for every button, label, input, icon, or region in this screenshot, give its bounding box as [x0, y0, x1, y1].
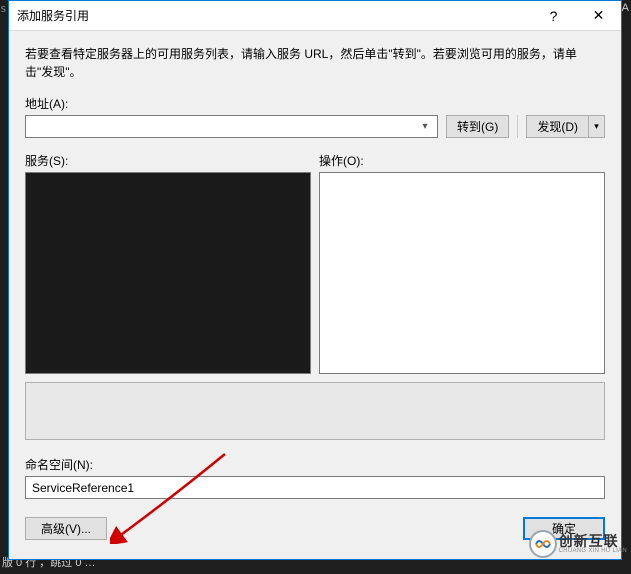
logo-cn: 创新互联 — [559, 534, 627, 548]
operations-list[interactable] — [319, 172, 605, 374]
logo-en: CHUANG XIN HU LIAN — [559, 548, 627, 554]
advanced-button[interactable]: 高级(V)... — [25, 517, 107, 540]
namespace-input[interactable] — [25, 476, 605, 499]
instruction-text: 若要查看特定服务器上的可用服务列表，请输入服务 URL，然后单击"转到"。若要浏… — [25, 45, 605, 81]
help-button[interactable]: ? — [531, 1, 576, 31]
operations-label: 操作(O): — [319, 152, 605, 169]
go-button[interactable]: 转到(G) — [446, 115, 509, 138]
namespace-label: 命名空间(N): — [25, 456, 605, 473]
watermark-logo: 创新互联 CHUANG XIN HU LIAN — [529, 530, 627, 558]
address-input[interactable] — [30, 116, 417, 137]
address-label: 地址(A): — [25, 95, 605, 112]
background-corner: A — [622, 2, 629, 14]
add-service-reference-dialog: 添加服务引用 ? ✕ 若要查看特定服务器上的可用服务列表，请输入服务 URL，然… — [8, 0, 622, 560]
close-button[interactable]: ✕ — [576, 1, 621, 31]
chevron-down-icon[interactable]: ▾ — [417, 121, 433, 132]
discover-button[interactable]: 发现(D) — [526, 115, 589, 138]
services-list[interactable] — [25, 172, 311, 374]
titlebar: 添加服务引用 ? ✕ — [9, 1, 621, 31]
discover-dropdown-button[interactable]: ▾ — [589, 115, 605, 138]
status-box — [25, 382, 605, 440]
services-label: 服务(S): — [25, 152, 311, 169]
logo-icon — [529, 530, 557, 558]
dialog-title: 添加服务引用 — [17, 7, 531, 24]
dialog-content: 若要查看特定服务器上的可用服务列表，请输入服务 URL，然后单击"转到"。若要浏… — [9, 31, 621, 552]
address-combobox[interactable]: ▾ — [25, 115, 438, 138]
